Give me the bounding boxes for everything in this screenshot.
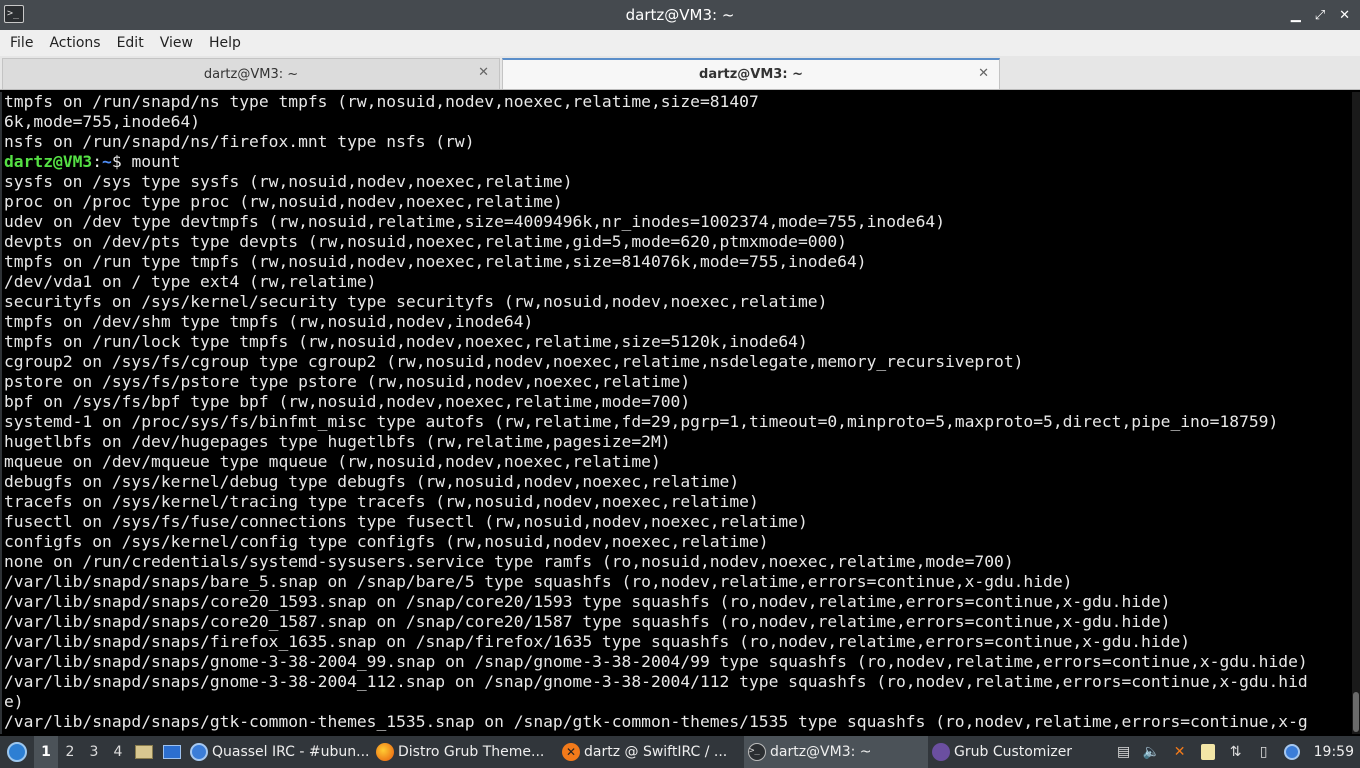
- task-quassel[interactable]: Quassel IRC - #ubun...: [186, 736, 372, 768]
- quassel-icon: [190, 743, 208, 761]
- task-label: Quassel IRC - #ubun...: [212, 744, 370, 760]
- terminal-line: /var/lib/snapd/snaps/gtk-common-themes_1…: [4, 712, 1308, 731]
- notes-icon[interactable]: [1198, 742, 1218, 762]
- terminal-line: pstore on /sys/fs/pstore type pstore (rw…: [4, 372, 691, 391]
- menu-file[interactable]: File: [2, 30, 41, 56]
- task-label: dartz@VM3: ~: [770, 744, 872, 760]
- system-tray: ▤ 🔈 ✕ ⇅ ▯ 19:59: [1114, 736, 1360, 768]
- maximize-icon[interactable]: ⤢: [1315, 8, 1325, 23]
- desktop-switch-1[interactable]: 1: [34, 736, 58, 768]
- terminal-line: none on /run/credentials/systemd-sysuser…: [4, 552, 1014, 571]
- quassel-tray-icon[interactable]: [1282, 742, 1302, 762]
- start-menu-icon: [7, 742, 27, 762]
- taskbar: 1 2 3 4 Quassel IRC - #ubun... Distro Gr…: [0, 736, 1360, 768]
- terminal-line: /var/lib/snapd/snaps/bare_5.snap on /sna…: [4, 572, 1073, 591]
- task-terminal[interactable]: >_ dartz@VM3: ~: [744, 736, 928, 768]
- terminal-lines: tmpfs on /run/snapd/ns type tmpfs (rw,no…: [4, 92, 1352, 732]
- terminal-line: e): [4, 692, 24, 711]
- terminal-line: /var/lib/snapd/snaps/gnome-3-38-2004_112…: [4, 672, 1308, 691]
- clock[interactable]: 19:59: [1314, 744, 1354, 760]
- menu-bar: File Actions Edit View Help: [0, 30, 1360, 56]
- task-label: Grub Customizer: [954, 744, 1073, 760]
- terminal-line: fusectl on /sys/fs/fuse/connections type…: [4, 512, 808, 531]
- task-label: dartz @ SwiftIRC / ...: [584, 744, 728, 760]
- terminal-output[interactable]: tmpfs on /run/snapd/ns type tmpfs (rw,no…: [0, 92, 1360, 734]
- terminal-line: hugetlbfs on /dev/hugepages type hugetlb…: [4, 432, 671, 451]
- hexchat-icon: ✕: [562, 743, 580, 761]
- terminal-line: 6k,mode=755,inode64): [4, 112, 201, 131]
- terminal-line: mqueue on /dev/mqueue type mqueue (rw,no…: [4, 452, 661, 471]
- terminal-line: /dev/vda1 on / type ext4 (rw,relatime): [4, 272, 377, 291]
- prompt-symbol: $: [111, 152, 122, 171]
- terminal-line: securityfs on /sys/kernel/security type …: [4, 292, 828, 311]
- desktop-switch-4[interactable]: 4: [106, 736, 130, 768]
- terminal-line: bpf on /sys/fs/bpf type bpf (rw,nosuid,n…: [4, 392, 691, 411]
- minimize-icon[interactable]: ▁: [1291, 8, 1301, 23]
- task-label: Distro Grub Theme...: [398, 744, 545, 760]
- terminal-line: proc on /proc type proc (rw,nosuid,nodev…: [4, 192, 563, 211]
- prompt-separator: :: [92, 152, 103, 171]
- terminal-line: tracefs on /sys/kernel/tracing type trac…: [4, 492, 759, 511]
- window-title: dartz@VM3: ~: [625, 6, 735, 24]
- start-menu-button[interactable]: [0, 736, 34, 768]
- terminal-line: sysfs on /sys type sysfs (rw,nosuid,node…: [4, 172, 573, 191]
- terminal-line: /var/lib/snapd/snaps/core20_1593.snap on…: [4, 592, 1171, 611]
- terminal-line: devpts on /dev/pts type devpts (rw,nosui…: [4, 232, 847, 251]
- window-controls: ▁ ⤢ ✕: [1291, 0, 1350, 30]
- menu-actions[interactable]: Actions: [41, 30, 108, 56]
- task-hexchat[interactable]: ✕ dartz @ SwiftIRC / ...: [558, 736, 744, 768]
- desktop-icon: [163, 745, 181, 759]
- task-grub-customizer[interactable]: Grub Customizer: [928, 736, 1108, 768]
- desktop-switch-3[interactable]: 3: [82, 736, 106, 768]
- terminal-line: tmpfs on /dev/shm type tmpfs (rw,nosuid,…: [4, 312, 534, 331]
- terminal-line: systemd-1 on /proc/sys/fs/binfmt_misc ty…: [4, 412, 1279, 431]
- file-manager-launcher[interactable]: [130, 736, 158, 768]
- show-desktop-button[interactable]: [158, 736, 186, 768]
- tab-label: dartz@VM3: ~: [203, 66, 299, 82]
- terminal-line: tmpfs on /run type tmpfs (rw,nosuid,node…: [4, 252, 867, 271]
- terminal-line: cgroup2 on /sys/fs/cgroup type cgroup2 (…: [4, 352, 1024, 371]
- network-icon[interactable]: ⇅: [1226, 742, 1246, 762]
- firefox-icon: [376, 743, 394, 761]
- prompt-path: ~: [102, 152, 112, 171]
- terminal-scrollbar[interactable]: [1352, 92, 1360, 734]
- menu-view[interactable]: View: [152, 30, 201, 56]
- terminal-line: tmpfs on /run/snapd/ns type tmpfs (rw,no…: [4, 92, 759, 111]
- tab-label: dartz@VM3: ~: [699, 67, 803, 82]
- battery-icon[interactable]: ▯: [1254, 742, 1274, 762]
- tab-close-icon[interactable]: ✕: [978, 66, 989, 81]
- grub-customizer-icon: [932, 743, 950, 761]
- task-firefox[interactable]: Distro Grub Theme...: [372, 736, 558, 768]
- scrollbar-thumb[interactable]: [1353, 692, 1359, 732]
- terminal-line: udev on /dev type devtmpfs (rw,nosuid,re…: [4, 212, 946, 231]
- terminal-line: /var/lib/snapd/snaps/core20_1587.snap on…: [4, 612, 1171, 631]
- menu-edit[interactable]: Edit: [109, 30, 152, 56]
- terminal-line: configfs on /sys/kernel/config type conf…: [4, 532, 769, 551]
- tab-bar: dartz@VM3: ~ ✕ dartz@VM3: ~ ✕: [0, 56, 1360, 90]
- prompt-line: dartz@VM3:~$ mount: [4, 152, 1352, 172]
- clipboard-icon[interactable]: ▤: [1114, 742, 1134, 762]
- folder-icon: [135, 745, 153, 759]
- menu-help[interactable]: Help: [201, 30, 249, 56]
- desktop-switch-2[interactable]: 2: [58, 736, 82, 768]
- terminal-icon: >_: [748, 743, 766, 761]
- hexchat-tray-icon[interactable]: ✕: [1170, 742, 1190, 762]
- terminal-line: /var/lib/snapd/snaps/gnome-3-38-2004_99.…: [4, 652, 1308, 671]
- tab-terminal-2[interactable]: dartz@VM3: ~ ✕: [502, 58, 1000, 89]
- tab-terminal-1[interactable]: dartz@VM3: ~ ✕: [2, 58, 500, 89]
- prompt-command: mount: [121, 152, 181, 171]
- tab-close-icon[interactable]: ✕: [478, 65, 489, 80]
- terminal-line: debugfs on /sys/kernel/debug type debugf…: [4, 472, 740, 491]
- prompt-user-host: dartz@VM3: [4, 152, 93, 171]
- terminal-line: nsfs on /run/snapd/ns/firefox.mnt type n…: [4, 132, 475, 151]
- terminal-line: /var/lib/snapd/snaps/firefox_1635.snap o…: [4, 632, 1191, 651]
- window-titlebar: >_ dartz@VM3: ~ ▁ ⤢ ✕: [0, 0, 1360, 30]
- terminal-line: tmpfs on /run/lock type tmpfs (rw,nosuid…: [4, 332, 808, 351]
- close-icon[interactable]: ✕: [1339, 8, 1350, 23]
- volume-icon[interactable]: 🔈: [1142, 742, 1162, 762]
